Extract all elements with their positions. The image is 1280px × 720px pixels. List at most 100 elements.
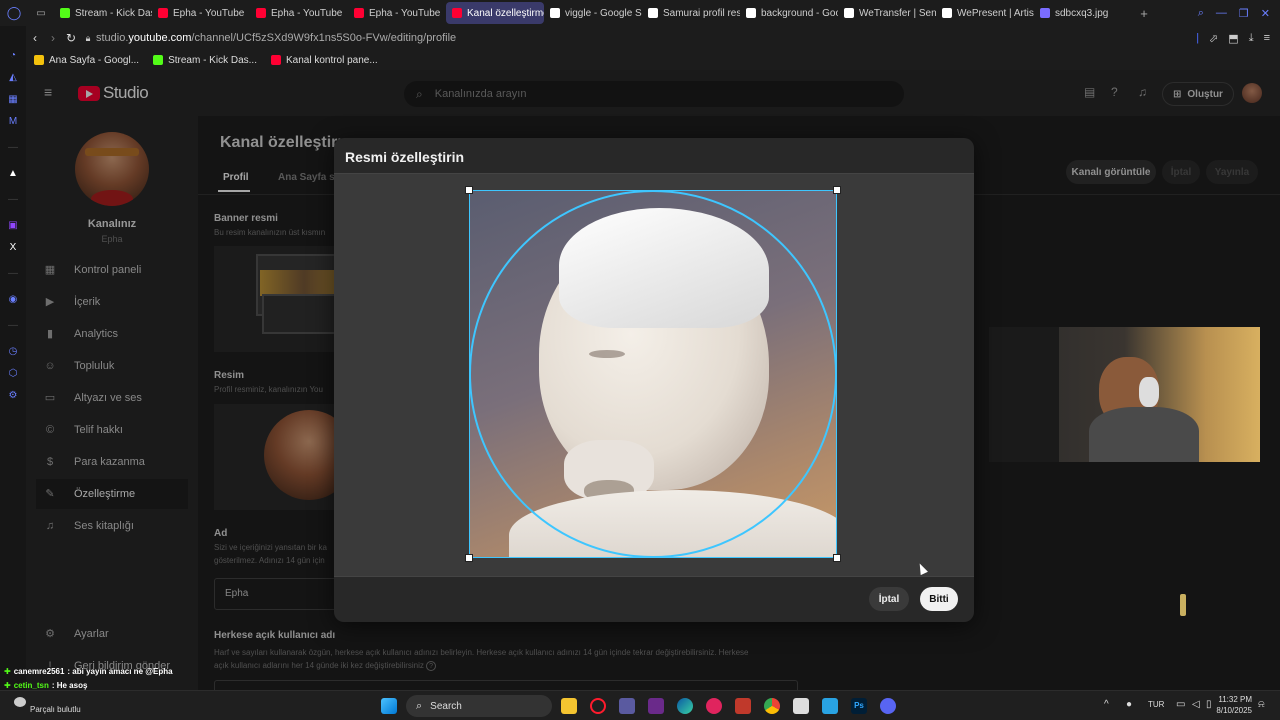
tab-label: sdbcxq3.jpg <box>1055 7 1109 19</box>
discord-icon[interactable] <box>880 698 896 714</box>
browser-tab[interactable]: WeTransfer | Sen <box>838 2 936 24</box>
browser-tab[interactable]: Samurai profil res <box>642 2 740 24</box>
maximize-icon[interactable]: ❐ <box>1239 7 1249 20</box>
x-icon[interactable]: X <box>7 242 19 254</box>
tab-favicon-icon <box>256 8 266 18</box>
browser-tab[interactable]: sdbcxq3.jpg <box>1034 2 1132 24</box>
chat-username: canemre2561 <box>13 667 65 676</box>
browser-sidebar: ◔ ◭ ▦ M — ▲ — ▣ X — ◉ — ◷ ⬡ ⚙ <box>0 26 26 690</box>
tab-label: Stream - Kick Dash <box>75 7 152 19</box>
media-app-icon[interactable] <box>648 698 664 714</box>
snap-icon[interactable]: ▦ <box>7 94 19 106</box>
close-icon[interactable]: ✕ <box>1261 7 1270 20</box>
crop-stage <box>334 173 974 577</box>
forward-icon[interactable]: › <box>44 31 62 45</box>
bookmark-item[interactable]: Stream - Kick Das... <box>153 55 257 66</box>
microphone-icon[interactable]: ● <box>1126 699 1132 710</box>
bookmark-item[interactable]: Kanal kontrol pane... <box>270 55 378 66</box>
crop-handle-top-left[interactable] <box>465 186 473 194</box>
address-bar-row: ‹ › ↻ 🔒︎ studio.youtube.com/channel/UCf5… <box>0 26 1280 50</box>
history-icon[interactable]: ◷ <box>7 346 19 358</box>
reload-icon[interactable]: ↻ <box>62 31 80 45</box>
tab-favicon-icon <box>452 8 462 18</box>
clock[interactable]: 11:32 PM 8/10/2025 <box>1210 694 1252 716</box>
workspaces-icon[interactable]: ▭ <box>28 8 54 19</box>
notification-bell-icon[interactable]: ⍾ <box>1258 699 1265 710</box>
back-icon[interactable]: ‹ <box>26 31 44 45</box>
voicemod-icon[interactable] <box>735 698 751 714</box>
tab-favicon-icon <box>942 8 952 18</box>
crop-handle-top-right[interactable] <box>833 186 841 194</box>
tray-chevron-icon[interactable]: ^ <box>1104 699 1109 710</box>
settings-icon[interactable]: ⚙ <box>7 390 19 402</box>
start-icon[interactable] <box>381 698 397 714</box>
new-tab-icon[interactable]: + <box>1132 6 1156 21</box>
tab-label: viggle - Google S <box>565 7 642 19</box>
extensions-icon[interactable]: ⬡ <box>7 368 19 380</box>
language-indicator[interactable]: TUR <box>1148 700 1164 709</box>
opera-gx-icon[interactable] <box>590 698 606 714</box>
aria-icon[interactable]: ◔ <box>7 50 19 62</box>
tab-favicon-icon <box>354 8 364 18</box>
crop-handle-bottom-right[interactable] <box>833 554 841 562</box>
player-icon[interactable]: ◉ <box>7 294 19 306</box>
file-explorer-icon[interactable] <box>561 698 577 714</box>
wallet-icon[interactable]: ⬒ <box>1228 32 1238 45</box>
tab-favicon-icon <box>550 8 560 18</box>
flow-icon[interactable]: ◭ <box>7 72 19 84</box>
music-app-icon[interactable] <box>706 698 722 714</box>
bookmark-item[interactable]: Ana Sayfa - Googl... <box>34 55 139 66</box>
dialog-title: Resmi özelleştirin <box>345 149 465 165</box>
tab-favicon-icon <box>60 8 70 18</box>
bookmarks-bar: Ana Sayfa - Googl... Stream - Kick Das...… <box>0 50 1280 70</box>
volume-icon[interactable]: ◁ <box>1192 699 1200 710</box>
photoshop-icon[interactable]: Ps <box>851 698 867 714</box>
edge-icon[interactable] <box>677 698 693 714</box>
bookmark-favicon-icon <box>153 55 164 65</box>
crop-frame <box>469 190 837 558</box>
webcam-overlay <box>989 327 1260 462</box>
screen: ◯ ▭ Stream - Kick Dash Epha - YouTube Epha… <box>0 0 1280 720</box>
dialog-cancel-button[interactable]: İptal <box>869 587 909 611</box>
tab-label: Kanal özelleştirme - YouT <box>467 7 544 19</box>
desk-object <box>1180 594 1186 616</box>
crop-handle-bottom-left[interactable] <box>465 554 473 562</box>
network-icon[interactable]: ▭ <box>1176 699 1185 710</box>
browser-tab[interactable]: Stream - Kick Dash <box>54 2 152 24</box>
taskbar-search[interactable]: ⌕ Search <box>406 695 552 717</box>
obs-icon[interactable] <box>619 698 635 714</box>
bookmark-label: Ana Sayfa - Googl... <box>49 54 140 66</box>
minimize-icon[interactable]: — <box>1216 7 1227 20</box>
browser-tab[interactable]: Kanal özelleştirme - YouT <box>446 2 544 24</box>
opera-logo-icon[interactable]: ◯ <box>0 5 28 21</box>
browser-tab[interactable]: WePresent | Artis <box>936 2 1034 24</box>
chrome-icon[interactable] <box>764 698 780 714</box>
tab-favicon-icon <box>746 8 756 18</box>
browser-tab[interactable]: background - Goo <box>740 2 838 24</box>
chatgpt-icon[interactable]: ▲ <box>7 168 19 180</box>
search-tabs-icon[interactable]: ⌕ <box>1198 7 1204 20</box>
taskbar: Parçalı bulutlu ⌕ Search Ps ^ ● TUR ▭ ◁ … <box>0 690 1280 720</box>
browser-tab-bar: ◯ ▭ Stream - Kick Dash Epha - YouTube Epha… <box>0 0 1280 26</box>
url-field[interactable]: studio.youtube.com/channel/UCf5zSXd9W9fx… <box>96 32 456 44</box>
tab-label: Samurai profil res <box>663 7 740 19</box>
snapshot-icon[interactable]: ⬀ <box>1209 32 1218 45</box>
tab-label: WeTransfer | Sen <box>859 7 936 19</box>
browser-tab[interactable]: Epha - YouTube <box>348 2 446 24</box>
menu-icon[interactable]: ≡ <box>1264 32 1270 45</box>
dialog-done-button[interactable]: Bitti <box>920 587 958 611</box>
twitch-icon[interactable]: ▣ <box>7 220 19 232</box>
bookmark-favicon-icon <box>270 55 281 65</box>
chat-badge-icon: ✚ <box>4 667 11 676</box>
browser-tab[interactable]: viggle - Google S <box>544 2 642 24</box>
download-icon[interactable]: ⤓ <box>1249 32 1254 45</box>
tab-label: Epha - YouTube <box>271 7 343 19</box>
mail-icon[interactable]: M <box>7 116 19 128</box>
notepad-icon[interactable] <box>793 698 809 714</box>
browser-tab[interactable]: Epha - YouTube <box>250 2 348 24</box>
browser-tab[interactable]: Epha - YouTube <box>152 2 250 24</box>
snipping-tool-icon[interactable] <box>822 698 838 714</box>
tab-label: background - Goo <box>761 7 838 19</box>
bookmark-favicon-icon <box>34 55 44 65</box>
chat-message: ✚ cetin_tsn: He asoş <box>4 681 87 690</box>
